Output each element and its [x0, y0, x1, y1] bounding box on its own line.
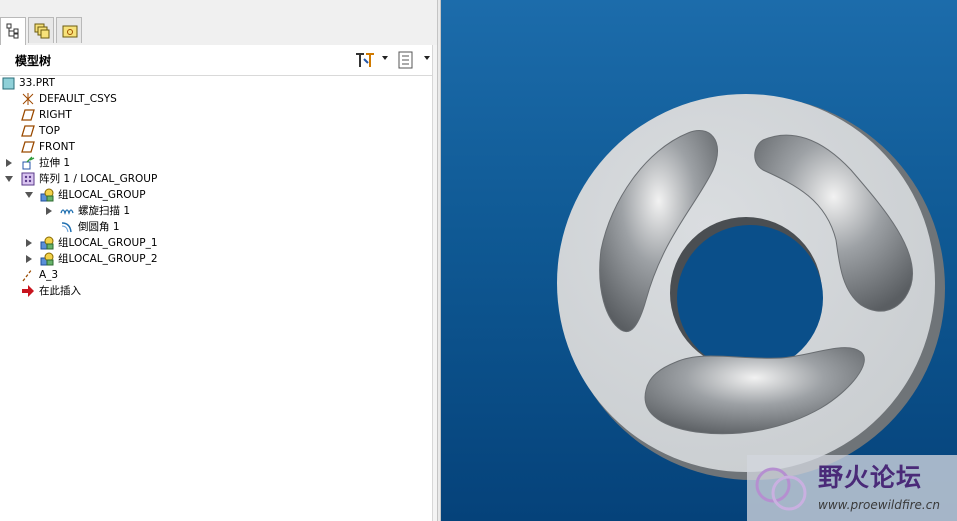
- panel-title: 模型树: [15, 54, 52, 68]
- group-icon: [40, 188, 54, 202]
- expand-arrow-icon[interactable]: [46, 207, 52, 215]
- tree-item-label: 螺旋扫描 1: [78, 205, 131, 217]
- tab-folder-browser[interactable]: [56, 17, 82, 43]
- tree-item-label: 在此插入: [39, 285, 81, 297]
- forum-logo-icon: [755, 467, 807, 511]
- center-hole: [677, 225, 823, 371]
- datum-plane-icon: [21, 125, 35, 137]
- graphics-viewport[interactable]: [441, 0, 957, 521]
- tree-item-label: 组LOCAL_GROUP_2: [58, 253, 158, 265]
- layers-tab-icon: [34, 23, 50, 39]
- extrude-icon: [22, 156, 35, 170]
- tree-item-label: FRONT: [39, 141, 75, 153]
- watermark-url: www.proewildfire.cn: [818, 498, 940, 512]
- tree-item-label: 阵列 1 / LOCAL_GROUP: [39, 173, 158, 185]
- expand-arrow-icon[interactable]: [26, 239, 32, 247]
- csys-icon: [22, 93, 34, 105]
- insert-here-icon: [22, 285, 34, 297]
- tree-item-label: 拉伸 1: [39, 157, 71, 169]
- tree-item-label: DEFAULT_CSYS: [39, 93, 117, 105]
- tree-item-label: 组LOCAL_GROUP: [58, 189, 146, 201]
- round-icon: [61, 222, 72, 233]
- tree-settings-icon[interactable]: [354, 51, 376, 69]
- helical-sweep-icon: [60, 209, 74, 216]
- model-tree-tab-icon: [6, 23, 19, 39]
- tree-settings-dropdown-icon[interactable]: [382, 56, 388, 60]
- tree-item-label: TOP: [39, 125, 61, 137]
- tab-model-tree[interactable]: [0, 17, 26, 45]
- part-icon: [2, 77, 15, 90]
- navigator-tab-bar: [0, 0, 437, 46]
- part-model-view[interactable]: [441, 0, 957, 521]
- datum-plane-icon: [21, 109, 35, 121]
- datum-plane-icon: [21, 141, 35, 153]
- show-filters-icon[interactable]: [398, 51, 414, 69]
- group-icon: [40, 236, 54, 250]
- pattern-icon: [21, 172, 35, 186]
- show-filters-dropdown-icon[interactable]: [424, 56, 430, 60]
- datum-axis-icon: [22, 268, 33, 282]
- tab-layers[interactable]: [28, 17, 54, 43]
- collapse-arrow-icon[interactable]: [25, 192, 33, 198]
- tree-item-label: 33.PRT: [19, 77, 55, 89]
- model-tree-header: 模型树: [0, 45, 437, 76]
- expand-arrow-icon[interactable]: [6, 159, 12, 167]
- expand-arrow-icon[interactable]: [26, 255, 32, 263]
- collapse-arrow-icon[interactable]: [5, 176, 13, 182]
- tree-item-label: 组LOCAL_GROUP_1: [58, 237, 158, 249]
- model-tree-panel: 模型树 33.PRT DEFAULT_CSYS RIGHT TOP FRONT …: [0, 0, 437, 521]
- tree-item-label: A_3: [39, 269, 59, 281]
- folder-tab-icon: [62, 25, 78, 38]
- tree-item-label: RIGHT: [39, 109, 72, 121]
- group-icon: [40, 252, 54, 266]
- tree-item-label: 倒圆角 1: [78, 221, 120, 233]
- watermark-title: 野火论坛: [818, 463, 923, 492]
